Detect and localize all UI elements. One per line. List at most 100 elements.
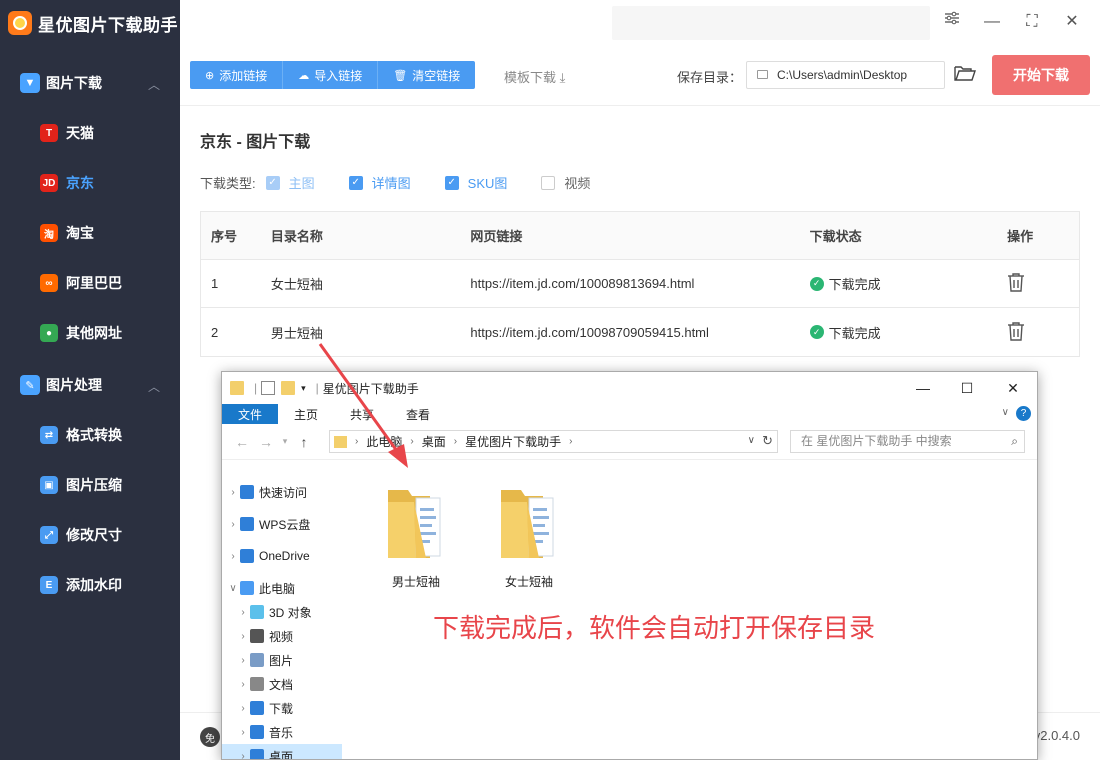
table-row: 1 女士短袖 https://item.jd.com/100089813694.… [201, 260, 1079, 308]
properties-icon[interactable] [261, 381, 276, 395]
import-link-button[interactable]: ☁ 导入链接 [283, 61, 379, 89]
image-compress-icon: ▣ [40, 476, 58, 494]
recent-dropdown-icon[interactable]: ▾ [278, 436, 292, 447]
title-bar: — ⛶ ✕ [180, 0, 1100, 46]
tree-item[interactable]: › OneDrive [222, 544, 342, 568]
open-folder-icon[interactable] [954, 64, 976, 82]
checkbox-icon [541, 175, 556, 190]
downloads-icon [250, 701, 264, 715]
tree-item[interactable]: › 视频 [222, 624, 342, 648]
chevron-right-icon[interactable]: › [236, 655, 250, 666]
template-download-link[interactable]: 模板下载 ⤓ [504, 67, 565, 86]
address-dropdown-icon[interactable]: ∨ [748, 435, 755, 446]
chevron-right-icon[interactable]: › [226, 487, 240, 498]
chevron-down-icon[interactable]: ∨ [226, 583, 240, 594]
type-detail-checkbox[interactable]: ✓ 详情图 [348, 173, 411, 192]
address-bar[interactable]: › 此电脑 › 桌面 › 星优图片下载助手 › ∨ ↻ [329, 430, 778, 453]
chevron-right-icon[interactable]: › [226, 551, 240, 562]
expand-ribbon-icon[interactable]: ∨ [1002, 407, 1009, 418]
status-text: 下载完成 [828, 277, 881, 292]
sidebar-item-image-compress[interactable]: ▣ 图片压缩 [0, 460, 180, 510]
close-icon[interactable]: ✕ [1060, 10, 1084, 34]
license-badge[interactable]: 免 [200, 727, 220, 747]
tree-item[interactable]: › 图片 [222, 648, 342, 672]
tree-item[interactable]: › 音乐 [222, 720, 342, 744]
tree-item[interactable]: ∨ 此电脑 [222, 576, 342, 600]
settings-icon[interactable] [940, 10, 964, 34]
checkbox-label: SKU图 [467, 176, 508, 191]
sidebar-item-alibaba[interactable]: ∞ 阿里巴巴 [0, 258, 180, 308]
chevron-right-icon[interactable]: › [236, 631, 250, 642]
sidebar-item-label: 修改尺寸 [66, 527, 122, 543]
sidebar: 星优图片下载助手 ▼ 图片下载 ︿ T 天猫 JD 京东淘淘宝 ∞ 阿里巴巴 ● 其他网址 ✎… [0, 0, 180, 760]
delete-icon[interactable] [1007, 272, 1025, 292]
breadcrumb-item[interactable]: 星优图片下载助手 [465, 433, 561, 450]
type-main-checkbox[interactable]: ✓ 主图 [265, 173, 315, 192]
type-sku-checkbox[interactable]: ✓ SKU图 [444, 173, 508, 192]
sidebar-item-resize[interactable]: ⤢ 修改尺寸 [0, 510, 180, 560]
quick-access-dropdown-icon[interactable]: ▾ [301, 383, 306, 394]
file-explorer-window: | ▾ | 星优图片下载助手 — ☐ ✕ 文件 主页 共享 查看 ∨ ? ← →… [221, 371, 1038, 760]
chevron-right-icon[interactable]: › [236, 679, 250, 690]
ribbon-tab-file[interactable]: 文件 [222, 404, 279, 424]
row-url: https://item.jd.com/100089813694.html [470, 276, 695, 291]
template-download-label: 模板下载 [504, 70, 557, 85]
tree-item[interactable]: › 3D 对象 [222, 600, 342, 624]
sidebar-item-format-convert[interactable]: ⇄ 格式转换 [0, 410, 180, 460]
folder-icon [388, 490, 441, 558]
add-link-button[interactable]: ⊕ 添加链接 [190, 61, 284, 89]
refresh-icon[interactable]: ↻ [762, 433, 773, 449]
tree-item[interactable]: › 下载 [222, 696, 342, 720]
explorer-search-input[interactable]: 在 星优图片下载助手 中搜索 ⌕ [790, 430, 1025, 453]
chevron-right-icon[interactable]: › [236, 727, 250, 738]
sidebar-group-process[interactable]: ✎ 图片处理 ︿ [0, 360, 180, 410]
clear-link-button[interactable]: 🗑 清空链接 [378, 61, 476, 89]
type-video-checkbox[interactable]: 视频 [541, 173, 590, 192]
new-folder-icon[interactable] [281, 381, 296, 395]
breadcrumb-item[interactable]: 桌面 [422, 433, 446, 450]
forward-icon[interactable]: → [254, 434, 278, 450]
tree-item[interactable]: › 文档 [222, 672, 342, 696]
folder-item[interactable]: 男士短袖 [376, 484, 456, 590]
tree-item[interactable]: › 桌面 [222, 744, 342, 760]
download-arrow-icon: ⤓ [556, 70, 566, 85]
tree-item-label: 文档 [269, 677, 294, 692]
breadcrumb-item[interactable]: 此电脑 [366, 433, 402, 450]
sidebar-item-tmall[interactable]: T 天猫 [0, 108, 180, 158]
chevron-right-icon[interactable]: › [236, 607, 250, 618]
header-action: 操作 [1007, 229, 1034, 244]
folder-outline-icon [757, 70, 768, 79]
download-type-label: 下载类型: [200, 176, 256, 191]
chevron-right-icon[interactable]: › [236, 751, 250, 760]
title-search-box[interactable] [612, 6, 930, 40]
delete-icon[interactable] [1007, 321, 1025, 341]
chevron-right-icon[interactable]: › [226, 519, 240, 530]
explorer-close-icon[interactable]: ✕ [1002, 378, 1024, 398]
start-download-button[interactable]: 开始下载 [992, 55, 1090, 95]
tree-item-label: 图片 [269, 653, 294, 668]
sidebar-item-watermark[interactable]: E 添加水印 [0, 560, 180, 610]
help-icon[interactable]: ? [1016, 406, 1031, 421]
maximize-icon[interactable]: ⛶ [1020, 10, 1044, 34]
tree-item[interactable]: › 快速访问 [222, 480, 342, 504]
sidebar-item-jd[interactable]: JD 京东 [0, 158, 180, 208]
chevron-right-icon[interactable]: › [236, 703, 250, 714]
folder-icon [501, 490, 554, 558]
explorer-maximize-icon[interactable]: ☐ [956, 378, 978, 398]
header-name: 目录名称 [270, 229, 323, 244]
ribbon-tab-view[interactable]: 查看 [390, 404, 446, 424]
explorer-minimize-icon[interactable]: — [912, 378, 934, 398]
sidebar-item-chrome[interactable]: ● 其他网址 [0, 308, 180, 358]
sidebar-item-taobao[interactable]: 淘淘宝 [0, 208, 180, 258]
sidebar-group-download[interactable]: ▼ 图片下载 ︿ [0, 58, 180, 108]
minimize-icon[interactable]: — [980, 10, 1004, 34]
row-status: ✓ 下载完成 [800, 323, 1000, 342]
up-icon[interactable]: ↑ [292, 434, 316, 450]
ribbon-tab-home[interactable]: 主页 [278, 404, 334, 424]
folder-item[interactable]: 女士短袖 [489, 484, 569, 590]
ribbon-tab-share[interactable]: 共享 [334, 404, 390, 424]
back-icon[interactable]: ← [230, 434, 254, 450]
save-dir-input[interactable]: C:\Users\admin\Desktop [746, 61, 945, 89]
header-status: 下载状态 [809, 229, 862, 244]
tree-item[interactable]: › WPS云盘 [222, 512, 342, 536]
